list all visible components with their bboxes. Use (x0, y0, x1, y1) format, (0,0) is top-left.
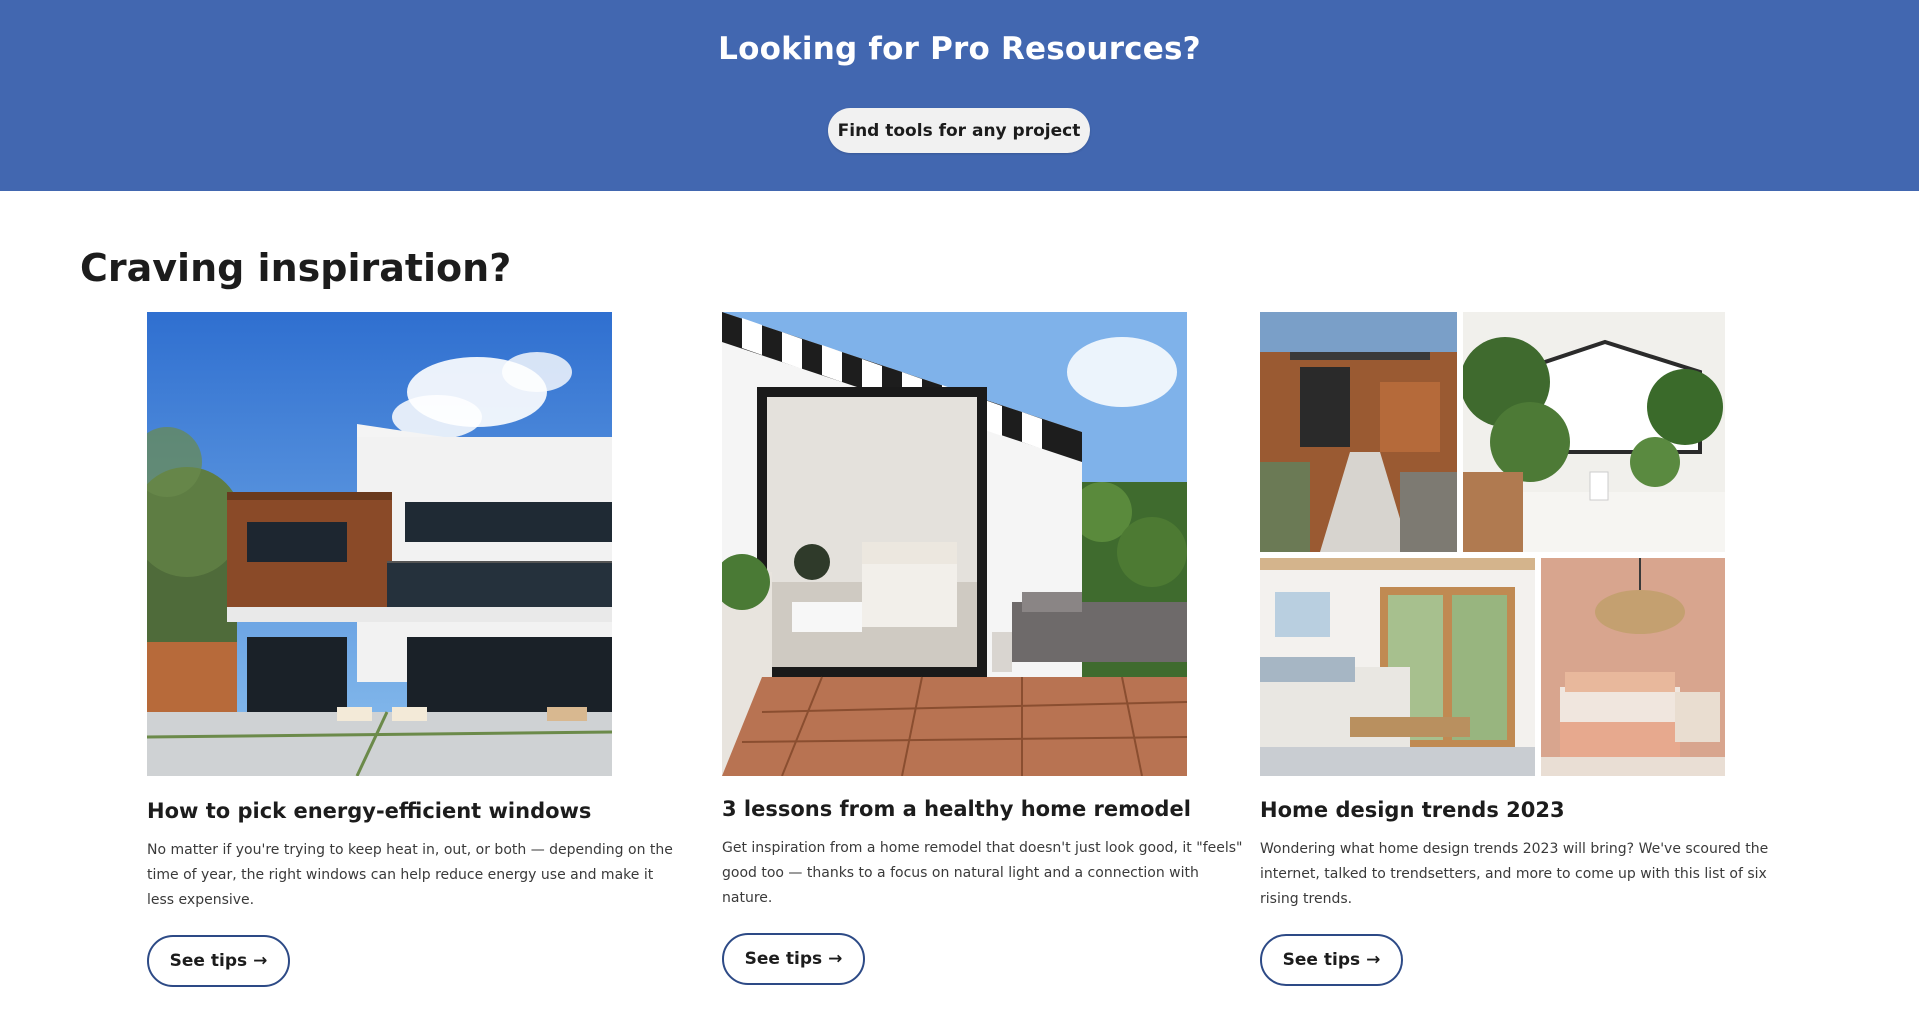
see-tips-label: See tips (169, 951, 248, 971)
card-title[interactable]: 3 lessons from a healthy home remodel (722, 797, 1191, 821)
arrow-right-icon: → (828, 949, 843, 969)
arrow-right-icon: → (1366, 950, 1381, 970)
arrow-right-icon: → (253, 951, 268, 971)
card-description: Get inspiration from a home remodel that… (722, 840, 1243, 906)
banner-title: Looking for Pro Resources? (718, 31, 1201, 67)
section-title: Craving inspiration? (80, 246, 512, 290)
find-tools-button[interactable]: Find tools for any project (828, 108, 1090, 153)
see-tips-button[interactable]: See tips → (1260, 934, 1403, 986)
card-description: No matter if you're trying to keep heat … (147, 842, 673, 908)
card-title[interactable]: How to pick energy-efficient windows (147, 799, 591, 823)
card-description: Wondering what home design trends 2023 w… (1260, 841, 1769, 907)
card-image-bedroom[interactable] (722, 312, 1187, 776)
see-tips-label: See tips (744, 949, 823, 969)
see-tips-button[interactable]: See tips → (147, 935, 290, 987)
article-card-windows: How to pick energy-efficient windows No … (147, 312, 707, 987)
article-card-trends: Home design trends 2023 Wondering what h… (1260, 312, 1820, 986)
card-image-house[interactable] (147, 312, 612, 776)
article-card-remodel: 3 lessons from a healthy home remodel Ge… (722, 312, 1282, 985)
see-tips-label: See tips (1282, 950, 1361, 970)
see-tips-button[interactable]: See tips → (722, 933, 865, 985)
pro-resources-banner: Looking for Pro Resources? Find tools fo… (0, 0, 1919, 191)
card-title[interactable]: Home design trends 2023 (1260, 798, 1565, 822)
card-image-collage[interactable] (1260, 312, 1725, 776)
